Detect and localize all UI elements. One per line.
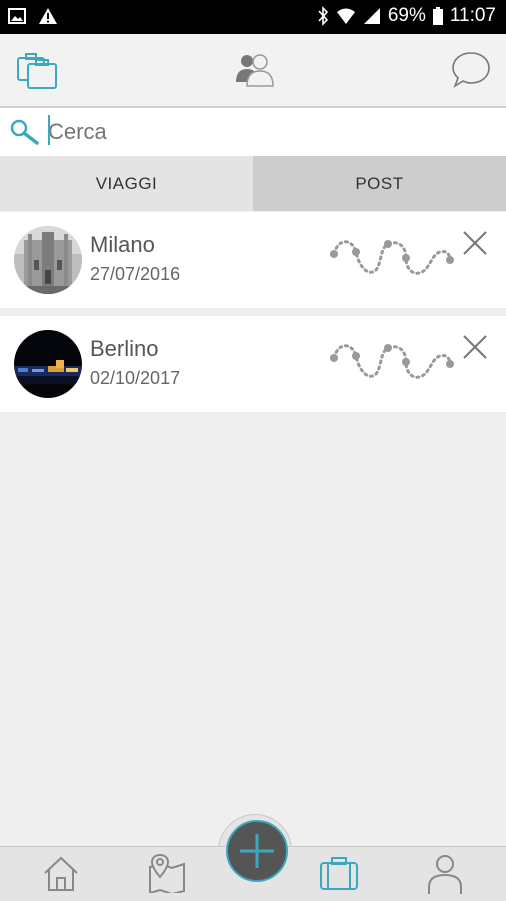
tab-bar: VIAGGI POST xyxy=(0,156,506,211)
search-icon xyxy=(10,119,39,145)
warning-icon xyxy=(39,8,57,24)
trip-city: Berlino xyxy=(90,336,159,361)
home-icon[interactable] xyxy=(42,853,80,893)
tab-viaggi[interactable]: VIAGGI xyxy=(0,156,253,211)
map-pin-icon[interactable] xyxy=(148,853,186,893)
wifi-icon xyxy=(336,8,355,24)
profile-icon[interactable] xyxy=(426,853,464,895)
users-icon[interactable] xyxy=(234,50,274,90)
battery-percent: 69% xyxy=(387,5,426,26)
route-icon xyxy=(330,240,454,275)
clock: 11:07 xyxy=(449,5,496,26)
trip-avatar xyxy=(14,330,82,398)
close-icon[interactable] xyxy=(462,334,488,360)
signal-icon xyxy=(363,8,380,24)
route-icon xyxy=(330,344,454,379)
search-bar xyxy=(0,108,506,156)
trip-date: 27/07/2016 xyxy=(90,264,181,284)
trip-city: Milano xyxy=(90,232,155,257)
bluetooth-icon xyxy=(318,6,328,26)
top-bar xyxy=(0,34,506,108)
add-button[interactable] xyxy=(226,820,288,882)
trip-avatar xyxy=(14,226,82,294)
trip-card[interactable]: Berlino 02/10/2017 xyxy=(0,316,506,412)
chat-bubble-icon[interactable] xyxy=(450,50,492,90)
trip-card[interactable]: Milano 27/07/2016 xyxy=(0,212,506,308)
text-cursor xyxy=(48,115,50,145)
close-icon[interactable] xyxy=(462,230,488,256)
tab-post[interactable]: POST xyxy=(253,156,506,211)
image-icon xyxy=(8,8,26,24)
suitcases-icon[interactable] xyxy=(16,50,58,90)
battery-icon xyxy=(432,7,443,25)
suitcase-icon[interactable] xyxy=(318,853,360,893)
search-input[interactable] xyxy=(48,116,488,148)
milano-cathedral-photo xyxy=(14,226,82,294)
berlin-night-photo xyxy=(14,330,82,398)
add-icon xyxy=(240,834,274,868)
trip-date: 02/10/2017 xyxy=(90,368,181,388)
status-bar: 69% 11:07 xyxy=(0,0,506,34)
